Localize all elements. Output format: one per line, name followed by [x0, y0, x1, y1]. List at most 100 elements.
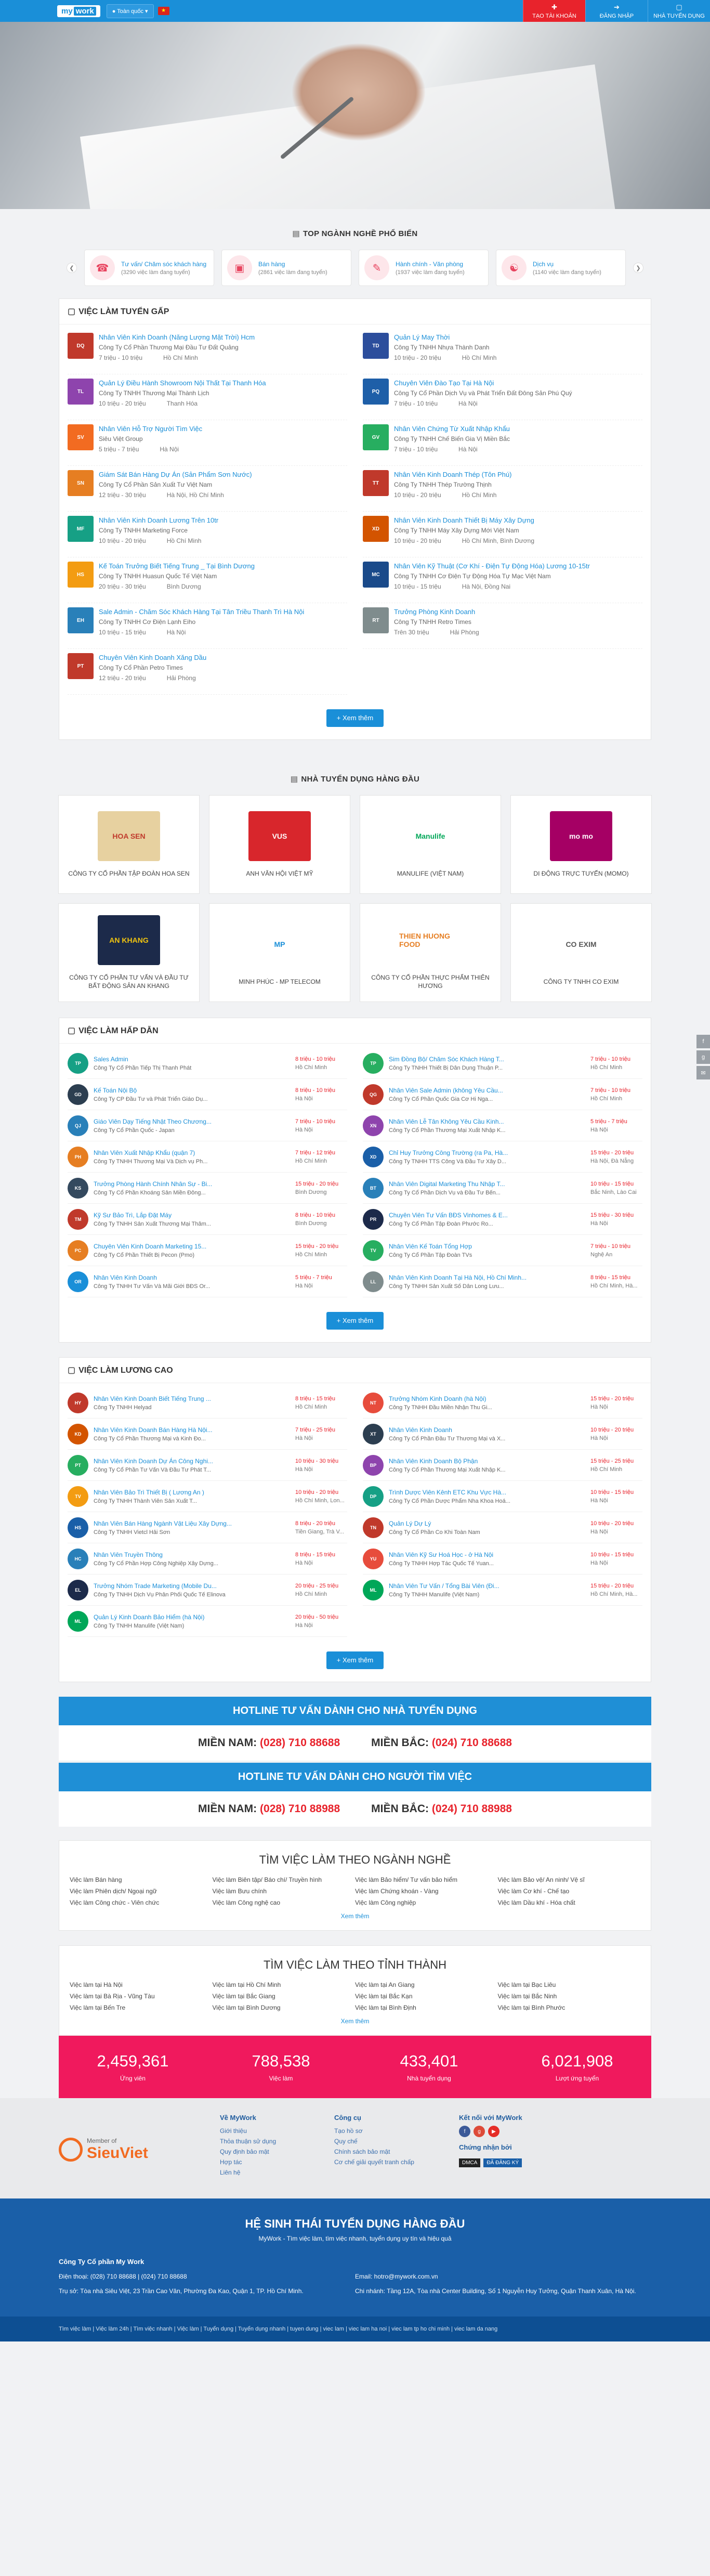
company-logo[interactable]: EH — [68, 607, 94, 633]
job-title[interactable]: Nhân Viên Kinh Doanh Biết Tiếng Trung ..… — [94, 1395, 290, 1402]
job-title[interactable]: Kỹ Sư Bảo Trì, Lắp Đặt Máy — [94, 1212, 290, 1219]
job-row[interactable]: PH Nhân Viên Xuất Nhập Khẩu (quận 7) Công … — [68, 1141, 347, 1173]
job-row[interactable]: TV Nhân Viên Kế Toán Tổng Hợp Công Ty Cổ P… — [363, 1235, 642, 1266]
city-links-more[interactable]: Xem thêm — [59, 2011, 651, 2035]
footer-link[interactable]: Hợp tác — [220, 2157, 324, 2167]
job-row[interactable]: PC Chuyên Viên Kinh Doanh Marketing 15...… — [68, 1235, 347, 1266]
job-title[interactable]: Chuyên Viên Kinh Doanh Marketing 15... — [94, 1243, 290, 1250]
job-title[interactable]: Sim Đồng Bộ/ Chăm Sóc Khách Hàng T... — [389, 1056, 585, 1063]
job-title[interactable]: Nhân Viên Bán Hàng Ngành Vật Liệu Xây Dự… — [94, 1520, 290, 1527]
job-title[interactable]: Nhân Viên Kỹ Sư Hoá Học - ở Hà Nội — [389, 1551, 585, 1558]
industry-card[interactable]: ▣ Bán hàng (2861 việc làm đang tuyển) — [221, 250, 351, 286]
job-title[interactable]: Quản Lý Kinh Doanh Bảo Hiểm (hà Nội) — [94, 1614, 290, 1621]
job-row[interactable]: BT Nhân Viên Digital Marketing Thu Nhập T… — [363, 1173, 642, 1204]
footer-link[interactable]: Liên hệ — [220, 2167, 324, 2178]
company-name[interactable]: Công Ty TNHH Cơ Điện Tự Động Hóa Tự Mạc … — [394, 573, 590, 580]
seo-link[interactable]: Việc làm Chứng khoán - Vàng — [355, 1888, 498, 1895]
seo-link[interactable]: Việc làm Bảo vệ/ An ninh/ Vệ sĩ — [498, 1876, 641, 1883]
seo-link[interactable]: Việc làm tại Bến Tre — [70, 2004, 213, 2011]
seo-link[interactable]: Việc làm Công nghiệp — [355, 1899, 498, 1906]
job-title[interactable]: Quản Lý Dự Lý — [389, 1520, 585, 1527]
company-name[interactable]: Công Ty TNHH Thép Trường Thịnh — [394, 481, 511, 488]
company-logo[interactable]: MF — [68, 516, 94, 542]
job-title[interactable]: Nhân Viên Truyền Thông — [94, 1551, 290, 1558]
job-title[interactable]: Chuyên Viên Tư Vấn BĐS Vinhomes & E... — [389, 1212, 585, 1219]
job-title[interactable]: Trưởng Nhóm Trade Marketing (Mobile Du..… — [94, 1582, 290, 1590]
company-name[interactable]: Công Ty TNHH Marketing Force — [99, 527, 218, 534]
job-title[interactable]: Nhân Viên Kinh Doanh Thiết Bị Máy Xây Dự… — [394, 516, 534, 525]
job-title[interactable]: Trưởng Phòng Kinh Doanh — [394, 607, 479, 616]
job-row[interactable]: HY Nhân Viên Kinh Doanh Biết Tiếng Trung … — [68, 1387, 347, 1419]
footer-link[interactable]: Cơ chế giải quyết tranh chấp — [334, 2157, 449, 2167]
dmca-badge[interactable]: DMCA — [459, 2158, 481, 2167]
job-title[interactable]: Nhân Viên Kinh Doanh Tại Hà Nội, Hồ Chí … — [389, 1274, 585, 1281]
employer-card[interactable]: CO EXIM CÔNG TY TNHH CO EXIM — [510, 903, 652, 1002]
carousel-next-icon[interactable]: ❯ — [633, 263, 643, 273]
company-name[interactable]: Công Ty Cổ Phần Sản Xuất Tư Việt Nam — [99, 481, 252, 488]
company-logo[interactable]: SV — [68, 424, 94, 450]
job-title[interactable]: Nhân Viên Kinh Doanh Thép (Tôn Phú) — [394, 470, 511, 479]
job-card[interactable]: XD Nhân Viên Kinh Doanh Thiết Bị Máy Xây … — [363, 512, 642, 557]
job-title[interactable]: Kế Toán Trưởng Biết Tiếng Trung _ Tại Bì… — [99, 562, 255, 570]
company-name[interactable]: Công Ty Cổ Phần Dịch Vụ và Phát Triển Đấ… — [394, 389, 572, 397]
company-name[interactable]: Công Ty TNHH Thương Mại Thành Lịch — [99, 389, 266, 397]
job-title[interactable]: Sales Admin — [94, 1056, 290, 1063]
industry-card[interactable]: ☯ Dịch vụ (1140 việc làm đang tuyển) — [496, 250, 626, 286]
job-row[interactable]: XT Nhân Viên Kinh Doanh Công Ty Cổ Phần Đầ… — [363, 1419, 642, 1450]
job-row[interactable]: TP Sales Admin Công Ty Cổ Phần Tiếp Thị Th… — [68, 1048, 347, 1079]
mywork-logo[interactable]: my work — [57, 5, 100, 17]
company-logo[interactable]: TT — [363, 470, 389, 496]
company-logo[interactable]: RT — [363, 607, 389, 633]
company-name[interactable]: Siêu Việt Group — [99, 435, 202, 443]
seo-link[interactable]: Việc làm Bán hàng — [70, 1876, 213, 1883]
job-title[interactable]: Trình Dược Viên Kênh ETC Khu Vực Hà... — [389, 1489, 585, 1496]
job-title[interactable]: Nhân Viên Kinh Doanh Dự Án Công Nghi... — [94, 1458, 290, 1465]
job-title[interactable]: Giám Sát Bán Hàng Dự Án (Sản Phẩm Sơn Nư… — [99, 470, 252, 479]
company-logo[interactable]: DQ — [68, 333, 94, 359]
seo-link[interactable]: Việc làm tại Bình Dương — [213, 2004, 356, 2011]
job-row[interactable]: HS Nhân Viên Bán Hàng Ngành Vật Liệu Xây … — [68, 1512, 347, 1543]
job-row[interactable]: DP Trình Dược Viên Kênh ETC Khu Vực Hà...… — [363, 1481, 642, 1512]
company-logo[interactable]: TD — [363, 333, 389, 359]
job-row[interactable]: OR Nhân Viên Kinh Doanh Công Ty TNHH Tư Vấ… — [68, 1266, 347, 1297]
company-logo[interactable]: TL — [68, 379, 94, 405]
job-title[interactable]: Sale Admin - Chăm Sóc Khách Hàng Tại Tân… — [99, 607, 304, 616]
language-flag-icon[interactable]: ★ — [157, 7, 169, 15]
job-title[interactable]: Nhân Viên Kế Toán Tổng Hợp — [389, 1243, 585, 1250]
seo-link[interactable]: Việc làm tại Bình Định — [355, 2004, 498, 2011]
industry-card[interactable]: ✎ Hành chính - Văn phòng (1937 việc làm đa… — [359, 250, 489, 286]
job-title[interactable]: Nhân Viên Sale Admin (không Yêu Cầu... — [389, 1087, 585, 1094]
employer-button[interactable]: ▢ NHÀ TUYỂN DỤNG — [648, 0, 710, 22]
job-card[interactable]: MF Nhân Viên Kinh Doanh Lương Trên 10tr Cô… — [68, 512, 347, 557]
job-title[interactable]: Nhân Viên Bảo Trì Thiết Bị ( Lương An ) — [94, 1489, 290, 1496]
seo-link[interactable]: Việc làm tại Hồ Chí Minh — [213, 1981, 356, 1988]
seo-link[interactable]: Việc làm tại Bình Phước — [498, 2004, 641, 2011]
footer-link[interactable]: Quy định bảo mật — [220, 2146, 324, 2157]
seo-link[interactable]: Việc làm Dầu khí - Hóa chất — [498, 1899, 641, 1906]
job-title[interactable]: Nhân Viên Hỗ Trợ Người Tìm Việc — [99, 424, 202, 433]
seo-link[interactable]: Việc làm tại Bắc Ninh — [498, 1993, 641, 2000]
carousel-prev-icon[interactable]: ❮ — [67, 263, 77, 273]
north-phone[interactable]: (024) 710 88688 — [432, 1737, 512, 1749]
job-row[interactable]: ML Quản Lý Kinh Doanh Bảo Hiểm (hà Nội) Cô… — [68, 1606, 347, 1637]
job-card[interactable]: TD Quản Lý May Thời Công Ty TNHH Nhựa Thàn… — [363, 329, 642, 374]
job-card[interactable]: HS Kế Toán Trưởng Biết Tiếng Trung _ Tại … — [68, 557, 347, 603]
employer-card[interactable]: VUS ANH VĂN HỘI VIỆT MỸ — [209, 795, 350, 894]
job-title[interactable]: Nhân Viên Kinh Doanh Lương Trên 10tr — [99, 516, 218, 525]
job-title[interactable]: Quản Lý May Thời — [394, 333, 496, 342]
seo-link[interactable]: Việc làm Phiên dịch/ Ngoại ngữ — [70, 1888, 213, 1895]
company-logo[interactable]: HS — [68, 562, 94, 588]
seo-link[interactable]: Việc làm Công nghệ cao — [213, 1899, 356, 1906]
company-name[interactable]: Công Ty TNHH Nhựa Thành Danh — [394, 344, 496, 351]
email-share-icon[interactable]: ✉ — [696, 1066, 710, 1079]
seo-link[interactable]: Việc làm tại Bắc Giang — [213, 1993, 356, 2000]
job-title[interactable]: Kế Toán Nội Bộ — [94, 1087, 290, 1094]
high-salary-more-button[interactable]: + Xem thêm — [326, 1651, 384, 1669]
facebook-share-icon[interactable]: f — [696, 1035, 710, 1048]
job-card[interactable]: SN Giám Sát Bán Hàng Dự Án (Sản Phẩm Sơn … — [68, 466, 347, 512]
employer-card[interactable]: MP MINH PHÚC - MP TELECOM — [209, 903, 350, 1002]
employer-card[interactable]: THIEN HUONG FOOD CÔNG TY CỔ PHẦN THỰC PHẨ… — [360, 903, 501, 1002]
job-title[interactable]: Trưởng Nhóm Kinh Doanh (hà Nội) — [389, 1395, 585, 1402]
job-title[interactable]: Nhân Viên Kinh Doanh (Năng Lượng Mặt Trờ… — [99, 333, 255, 342]
job-title[interactable]: Chuyên Viên Đào Tạo Tại Hà Nội — [394, 379, 572, 387]
